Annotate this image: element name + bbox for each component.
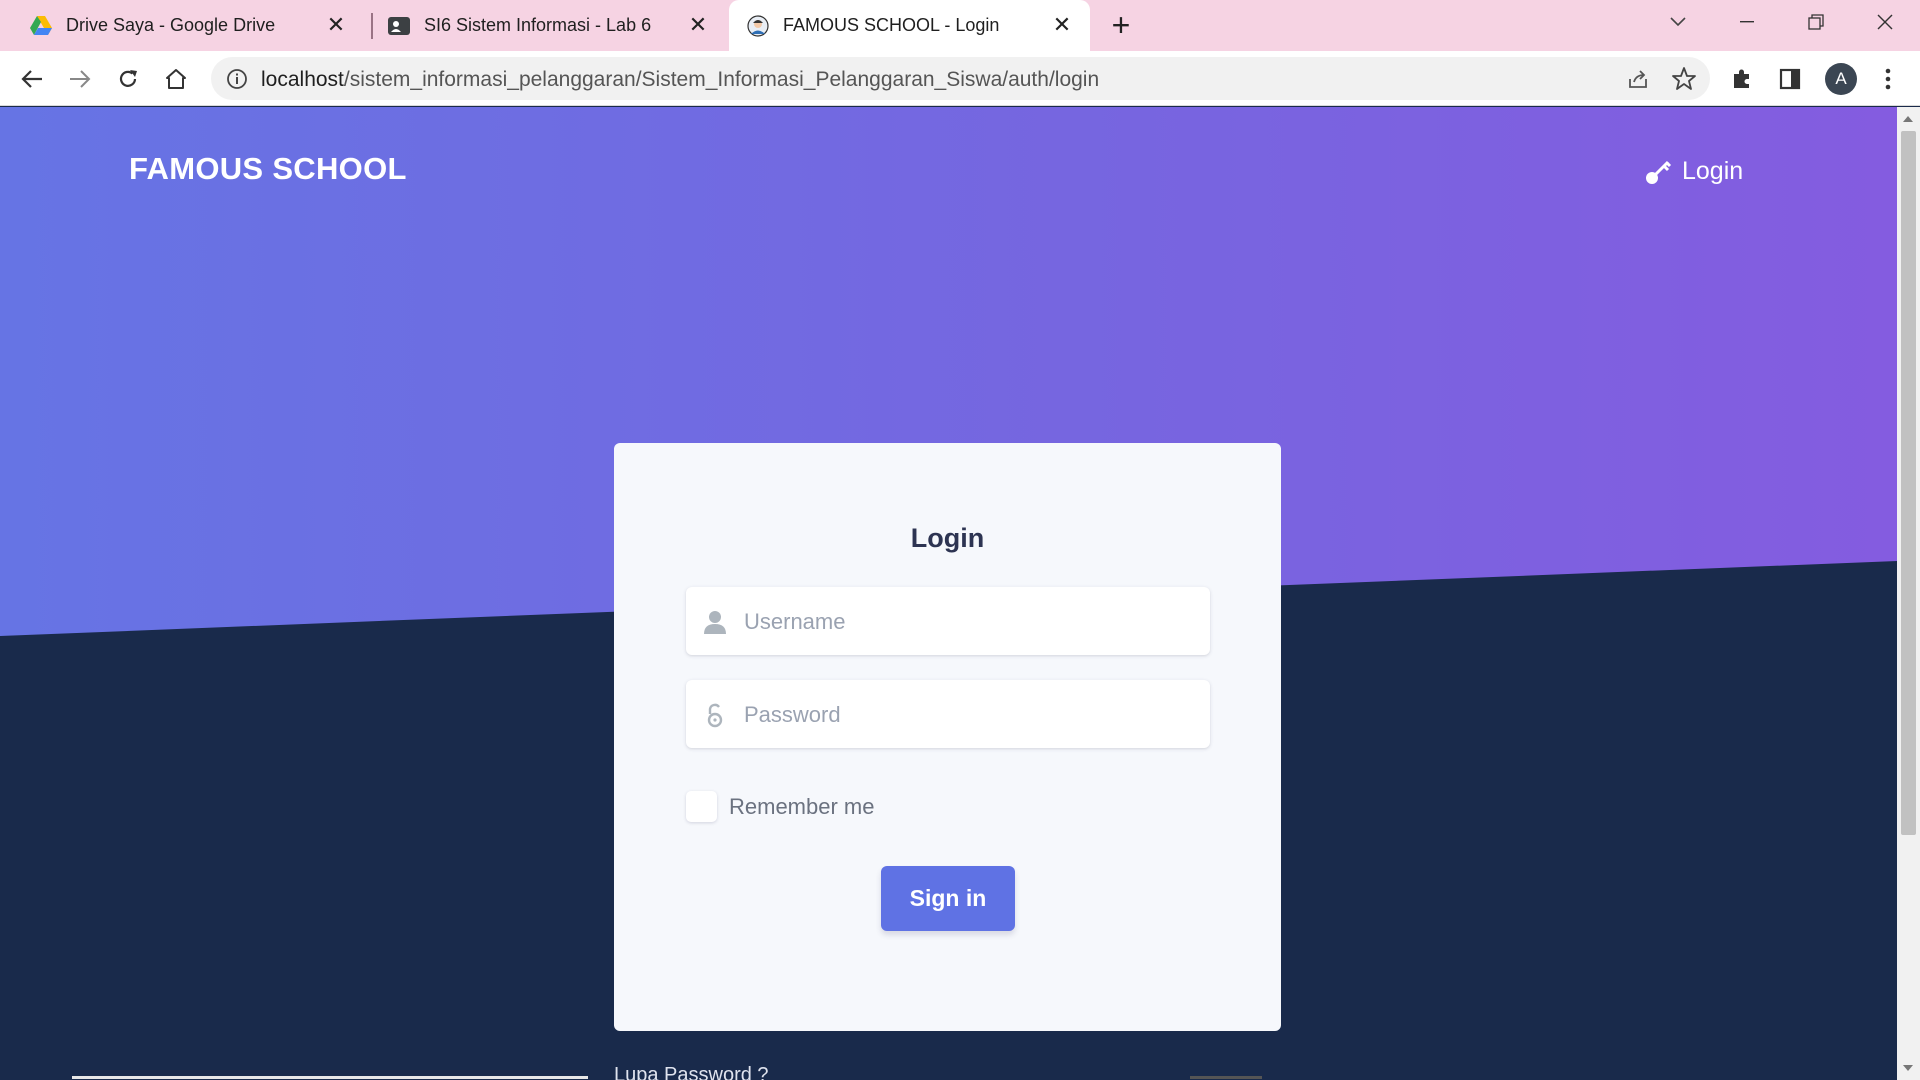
- password-field[interactable]: Password: [686, 680, 1210, 748]
- remember-me-row: Remember me: [686, 791, 874, 822]
- tab-famous-school-login[interactable]: FAMOUS SCHOOL - Login ✕: [729, 0, 1090, 51]
- tab-strip: Drive Saya - Google Drive ✕ SI6 Sistem I…: [0, 0, 1920, 51]
- login-card: Login Username Password Remember me Sign…: [614, 443, 1281, 1031]
- horizontal-scroll-hint: [72, 1076, 588, 1079]
- page-viewport: FAMOUS SCHOOL Login Login Username Passw…: [0, 107, 1897, 1080]
- window-close-icon[interactable]: [1855, 0, 1915, 44]
- tab-google-drive[interactable]: Drive Saya - Google Drive ✕: [0, 0, 364, 51]
- side-panel-icon[interactable]: [1775, 64, 1805, 94]
- profile-avatar[interactable]: A: [1825, 63, 1857, 95]
- bookmark-star-icon[interactable]: [1671, 66, 1697, 92]
- brand-logo-text[interactable]: FAMOUS SCHOOL: [129, 151, 407, 187]
- password-placeholder: Password: [744, 702, 841, 727]
- nav-login-link[interactable]: Login: [1644, 157, 1743, 186]
- extensions-puzzle-icon[interactable]: [1727, 64, 1757, 94]
- vertical-scrollbar[interactable]: [1897, 107, 1920, 1080]
- horizontal-scroll-hint: [1190, 1076, 1262, 1079]
- address-bar[interactable]: localhost/sistem_informasi_pelanggaran/S…: [211, 57, 1710, 100]
- username-placeholder: Username: [744, 609, 846, 634]
- remember-me-label[interactable]: Remember me: [729, 794, 874, 820]
- user-icon: [702, 609, 728, 635]
- url-host: localhost: [261, 68, 344, 91]
- lock-open-icon: [702, 702, 728, 728]
- close-icon[interactable]: ✕: [324, 13, 348, 37]
- remember-me-checkbox[interactable]: [686, 791, 717, 822]
- menu-kebab-icon[interactable]: [1873, 64, 1903, 94]
- tab-title: SI6 Sistem Informasi - Lab 6: [424, 15, 652, 35]
- scrollbar-thumb[interactable]: [1901, 131, 1916, 835]
- nav-login-label: Login: [1682, 157, 1744, 185]
- share-icon[interactable]: [1626, 67, 1650, 91]
- contact-card-icon: [388, 15, 410, 37]
- sign-in-button[interactable]: Sign in: [881, 866, 1015, 931]
- restore-icon[interactable]: [1786, 0, 1846, 44]
- forward-arrow-icon[interactable]: [63, 62, 97, 96]
- tab-title: FAMOUS SCHOOL - Login: [783, 15, 1000, 35]
- forgot-password-link[interactable]: Lupa Password ?: [614, 1064, 769, 1080]
- back-arrow-icon[interactable]: [15, 62, 49, 96]
- tab-si6-lab[interactable]: SI6 Sistem Informasi - Lab 6 ✕: [358, 0, 726, 51]
- tab-title: Drive Saya - Google Drive: [66, 15, 276, 35]
- scroll-down-arrow-icon[interactable]: [1903, 1065, 1913, 1071]
- close-icon[interactable]: ✕: [686, 13, 710, 37]
- reload-icon[interactable]: [111, 62, 145, 96]
- username-field[interactable]: Username: [686, 587, 1210, 655]
- card-title: Login: [910, 523, 985, 553]
- avatar-favicon-icon: [747, 14, 769, 37]
- home-icon[interactable]: [159, 62, 193, 96]
- site-info-icon[interactable]: [225, 67, 249, 91]
- scroll-up-arrow-icon[interactable]: [1903, 116, 1913, 122]
- url-text: localhost/sistem_informasi_pelanggaran/S…: [261, 68, 1099, 92]
- key-icon: [1644, 158, 1672, 186]
- tab-search-chevron-icon[interactable]: [1648, 0, 1708, 44]
- minimize-icon[interactable]: [1717, 0, 1777, 44]
- new-tab-plus-icon[interactable]: +: [1104, 9, 1138, 44]
- url-path: /sistem_informasi_pelanggaran/Sistem_Inf…: [343, 68, 1100, 91]
- browser-toolbar: localhost/sistem_informasi_pelanggaran/S…: [0, 51, 1920, 106]
- google-drive-icon: [30, 15, 52, 37]
- close-icon[interactable]: ✕: [1050, 13, 1074, 37]
